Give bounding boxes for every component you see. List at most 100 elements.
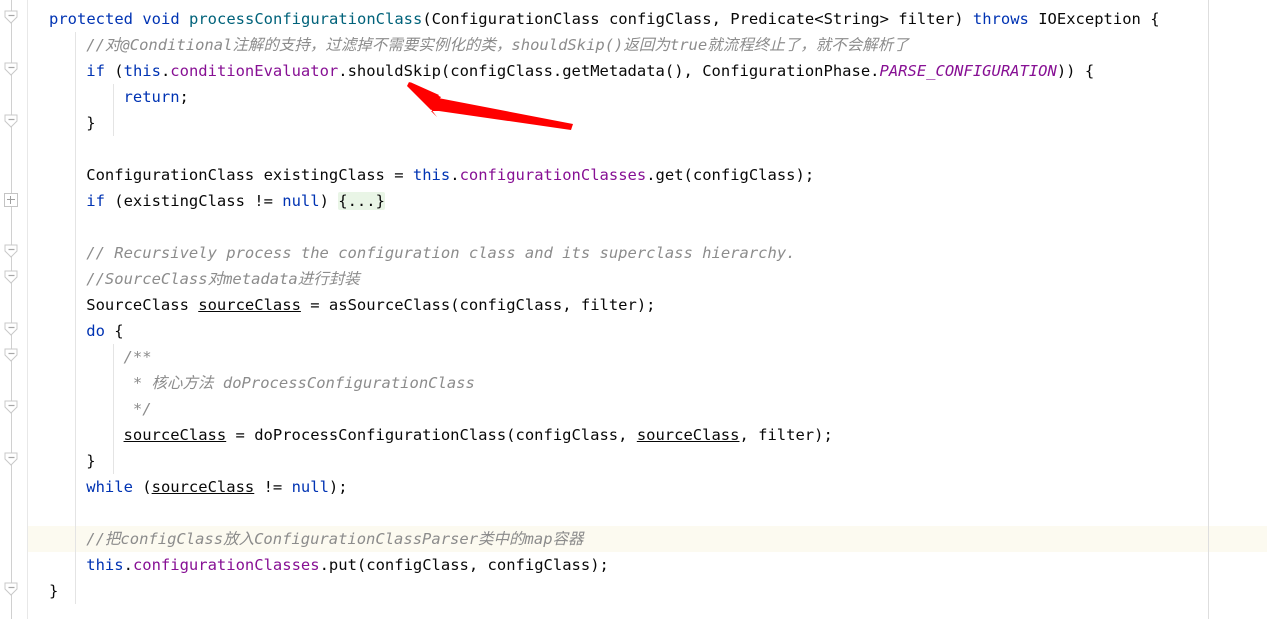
code-token: (ConfigurationClass configClass, Predica… xyxy=(422,10,973,28)
code-token: PARSE_CONFIGURATION xyxy=(879,62,1057,80)
fold-collapse-do-icon[interactable] xyxy=(4,322,19,337)
gutter-separator xyxy=(27,0,28,619)
code-token: //SourceClass对metadata进行封装 xyxy=(86,270,360,288)
code-line[interactable]: } xyxy=(0,578,1267,604)
fold-collapse-comment-2-icon[interactable] xyxy=(4,270,19,285)
code-line[interactable]: while (sourceClass != null); xyxy=(0,474,1267,500)
code-token: ) xyxy=(319,192,339,210)
fold-expand-if-block-icon[interactable] xyxy=(4,193,18,207)
code-token: this xyxy=(86,556,124,574)
code-line[interactable]: if (this.conditionEvaluator.shouldSkip(c… xyxy=(0,58,1267,84)
code-token: } xyxy=(86,452,96,470)
code-token: return xyxy=(123,88,180,106)
code-token: * 核心方法 doProcessConfigurationClass xyxy=(123,374,475,392)
code-token: SourceClass xyxy=(86,296,199,314)
code-token: if xyxy=(86,62,105,80)
code-token: ( xyxy=(132,478,152,496)
fold-collapse-do-end-icon[interactable] xyxy=(4,452,19,467)
right-margin-guide xyxy=(1208,0,1209,619)
code-token: protected xyxy=(49,10,133,28)
code-line[interactable]: //对@Conditional注解的支持，过滤掉不需要实例化的类，shouldS… xyxy=(0,32,1267,58)
fold-collapse-javadoc-icon[interactable] xyxy=(4,348,19,363)
code-line[interactable]: sourceClass = doProcessConfigurationClas… xyxy=(0,422,1267,448)
code-token: .put(configClass, configClass); xyxy=(319,556,609,574)
code-line[interactable] xyxy=(0,214,1267,240)
code-line[interactable] xyxy=(0,136,1267,162)
fold-rail-line xyxy=(11,0,12,619)
code-token: this xyxy=(412,166,451,184)
fold-collapse-method-end-icon[interactable] xyxy=(4,582,19,597)
code-line[interactable]: SourceClass sourceClass = asSourceClass(… xyxy=(0,292,1267,318)
fold-collapse-method-icon[interactable] xyxy=(4,10,19,25)
fold-gutter[interactable] xyxy=(0,0,26,619)
code-token: //对@Conditional注解的支持，过滤掉不需要实例化的类，shouldS… xyxy=(86,36,909,54)
code-token: . xyxy=(160,62,171,80)
code-token: = asSourceClass(configClass, filter); xyxy=(300,296,656,314)
code-token: /** xyxy=(123,348,152,366)
code-token: conditionEvaluator xyxy=(170,62,339,80)
code-token: ); xyxy=(328,478,348,496)
code-token: throws xyxy=(972,10,1029,28)
fold-collapse-comment-icon[interactable] xyxy=(4,244,19,259)
code-token: null xyxy=(282,192,320,210)
code-token: )) { xyxy=(1056,62,1095,80)
code-token: void xyxy=(142,10,180,28)
code-token: { xyxy=(104,322,124,340)
code-token: sourceClass xyxy=(636,426,740,444)
code-line[interactable] xyxy=(0,500,1267,526)
code-token: IOException { xyxy=(1028,10,1160,28)
code-token: //把configClass放入ConfigurationClassParser… xyxy=(86,530,584,548)
code-line[interactable]: } xyxy=(0,448,1267,474)
code-token: configurationClasses xyxy=(132,556,320,574)
code-line[interactable]: return; xyxy=(0,84,1267,110)
code-line[interactable]: do { xyxy=(0,318,1267,344)
code-token: . xyxy=(450,166,460,184)
code-token: // Recursively process the configuration… xyxy=(86,244,796,262)
code-line[interactable]: ConfigurationClass existingClass = this.… xyxy=(0,162,1267,188)
indent-guide xyxy=(75,32,77,604)
code-token: ( xyxy=(104,62,124,80)
code-token: configurationClasses xyxy=(459,166,647,184)
code-token: if xyxy=(86,192,105,210)
code-token: do xyxy=(86,322,105,340)
code-token: , filter); xyxy=(739,426,833,444)
code-token: ConfigurationClass existingClass = xyxy=(86,166,413,184)
code-token: null xyxy=(291,478,329,496)
code-token: . xyxy=(123,556,133,574)
code-token: ; xyxy=(179,88,189,106)
code-line[interactable]: protected void processConfigurationClass… xyxy=(0,6,1267,32)
code-editor[interactable]: protected void processConfigurationClass… xyxy=(0,0,1267,619)
code-token: = doProcessConfigurationClass(configClas… xyxy=(226,426,637,444)
code-token: {...} xyxy=(338,192,385,210)
code-token: != xyxy=(254,478,292,496)
code-token: .get(configClass); xyxy=(646,166,815,184)
code-token: (existingClass != xyxy=(104,192,283,210)
code-canvas[interactable]: protected void processConfigurationClass… xyxy=(0,0,1267,619)
code-token: sourceClass xyxy=(151,478,255,496)
code-line[interactable]: // Recursively process the configuration… xyxy=(0,240,1267,266)
code-token: } xyxy=(49,582,59,600)
fold-collapse-if-end-icon[interactable] xyxy=(4,114,19,129)
code-line[interactable]: //把configClass放入ConfigurationClassParser… xyxy=(0,526,1267,552)
fold-collapse-javadoc-end-icon[interactable] xyxy=(4,400,19,415)
code-token: sourceClass xyxy=(123,426,227,444)
code-token: while xyxy=(86,478,133,496)
code-token: */ xyxy=(123,400,152,418)
indent-guide xyxy=(112,344,114,474)
code-line[interactable]: */ xyxy=(0,396,1267,422)
code-line[interactable]: if (existingClass != null) {...} xyxy=(0,188,1267,214)
code-token: this xyxy=(123,62,161,80)
code-token: processConfigurationClass xyxy=(189,10,423,28)
indent-guide xyxy=(112,84,114,136)
code-line[interactable]: this.configurationClasses.put(configClas… xyxy=(0,552,1267,578)
fold-collapse-if-icon[interactable] xyxy=(4,62,19,77)
code-line[interactable]: * 核心方法 doProcessConfigurationClass xyxy=(0,370,1267,396)
code-token: sourceClass xyxy=(198,296,301,314)
code-line[interactable]: /** xyxy=(0,344,1267,370)
code-line[interactable]: } xyxy=(0,110,1267,136)
code-token: } xyxy=(86,114,96,132)
code-line[interactable]: //SourceClass对metadata进行封装 xyxy=(0,266,1267,292)
code-token: .shouldSkip(configClass.getMetadata(), C… xyxy=(338,62,880,80)
